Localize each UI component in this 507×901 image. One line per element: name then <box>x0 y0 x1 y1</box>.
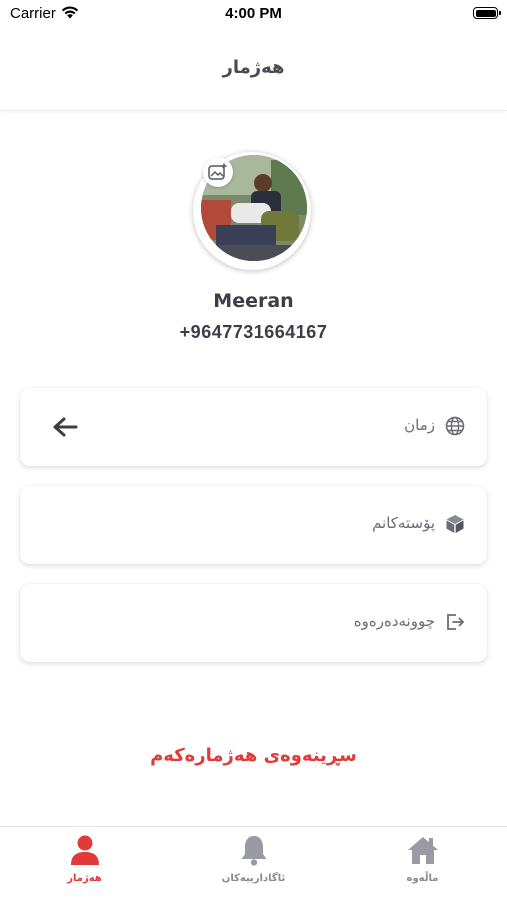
change-photo-icon[interactable] <box>203 157 233 187</box>
profile-name: Meeran <box>213 290 294 312</box>
nav-header: هەژمار <box>0 30 507 111</box>
status-time: 4:00 PM <box>225 5 282 22</box>
menu-item-label: زمان <box>404 416 435 434</box>
profile-phone: +9647731664167 <box>179 322 328 342</box>
globe-icon <box>445 416 465 436</box>
menu-item-label: چوونەدەرەوە <box>353 612 435 630</box>
delete-account-link[interactable]: سڕینەوەی هەژمارەکەم <box>0 745 507 766</box>
box-icon <box>446 515 464 533</box>
home-icon <box>407 837 438 864</box>
avatar[interactable] <box>193 152 311 270</box>
menu-item-language[interactable]: زمان <box>20 388 487 466</box>
bell-icon <box>241 836 266 866</box>
tab-label: هەژمار <box>67 873 102 884</box>
tab-home[interactable]: ماڵەوە <box>338 827 507 901</box>
menu-item-my-posts[interactable]: پۆستەکانم <box>20 486 487 564</box>
tab-label: ئاگادارییەکان <box>221 873 286 884</box>
status-bar: Carrier 4:00 PM <box>0 0 507 30</box>
menu-item-logout[interactable]: چوونەدەرەوە <box>20 584 487 662</box>
battery-icon <box>473 7 501 19</box>
tab-account[interactable]: هەژمار <box>0 827 169 901</box>
tab-bar: هەژمار ئاگادارییەکان ماڵەوە <box>0 826 507 901</box>
page-title: هەژمار <box>222 57 285 78</box>
tab-label: ماڵەوە <box>406 873 439 884</box>
logout-icon <box>447 614 464 630</box>
arrow-left-icon <box>53 417 78 437</box>
tab-notifications[interactable]: ئاگادارییەکان <box>169 827 338 901</box>
user-icon <box>70 835 99 865</box>
menu-item-label: پۆستەکانم <box>372 514 435 532</box>
